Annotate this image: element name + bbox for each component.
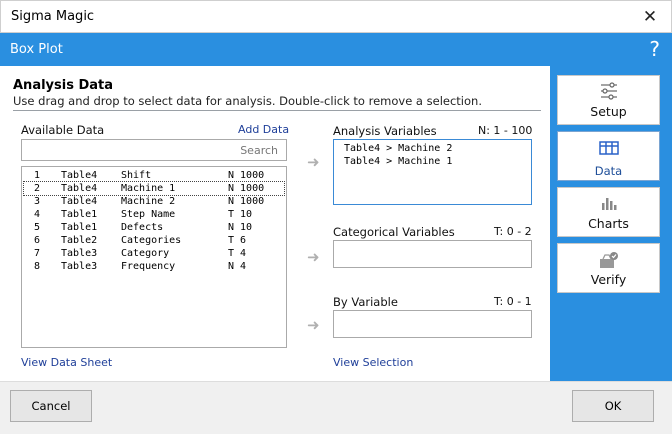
analysis-variables-label: Analysis Variables: [333, 124, 437, 138]
list-item[interactable]: 3 Table4 Machine 2 N 1000: [24, 195, 284, 208]
sidebar-item-label: Data: [594, 164, 623, 178]
arrow-right-icon[interactable]: ➜: [307, 155, 323, 170]
view-data-sheet-link[interactable]: View Data Sheet: [21, 356, 112, 369]
list-item[interactable]: Table4 > Machine 1: [334, 155, 531, 168]
list-item[interactable]: Table4 > Machine 2: [334, 142, 531, 155]
main-panel: Analysis Data Use drag and drop to selec…: [2, 66, 550, 381]
categorical-variables-range: T: 0 - 2: [494, 225, 532, 238]
list-item[interactable]: 2 Table4 Machine 1 N 1000: [23, 181, 285, 196]
sidebar-item-label: Charts: [588, 216, 629, 231]
sidebar-item-data[interactable]: Data: [557, 131, 660, 181]
list-item[interactable]: 1 Table4 Shift N 1000: [24, 169, 284, 182]
ok-button[interactable]: OK: [572, 390, 654, 422]
analysis-variables-list[interactable]: Table4 > Machine 2 Table4 > Machine 1: [333, 139, 532, 205]
sidebar-item-verify[interactable]: Verify: [557, 243, 660, 293]
list-item[interactable]: 4 Table1 Step Name T 10: [24, 208, 284, 221]
help-icon[interactable]: ?: [649, 37, 660, 61]
sidebar-item-label: Setup: [590, 104, 627, 119]
dialog-header: Box Plot ?: [0, 33, 672, 66]
search-input[interactable]: Search: [21, 139, 287, 161]
available-data-label: Available Data: [21, 123, 105, 137]
bar-chart-icon: [558, 194, 659, 214]
close-icon[interactable]: ✕: [637, 5, 663, 29]
table-icon: [558, 138, 659, 158]
analysis-variables-range: N: 1 - 100: [478, 124, 533, 137]
sliders-icon: [558, 82, 659, 102]
search-placeholder: Search: [240, 144, 278, 157]
section-title: Analysis Data: [13, 78, 114, 93]
list-item[interactable]: 6 Table2 Categories T 6: [24, 234, 284, 247]
sidebar-item-setup[interactable]: Setup: [557, 75, 660, 125]
list-item[interactable]: 8 Table3 Frequency N 4: [24, 260, 284, 273]
by-variable-label: By Variable: [333, 295, 398, 309]
verify-icon: [558, 250, 659, 270]
section-description: Use drag and drop to select data for ana…: [13, 94, 482, 108]
categorical-variables-label: Categorical Variables: [333, 225, 455, 239]
section-divider: [13, 110, 541, 111]
sidebar-item-label: Verify: [590, 272, 627, 287]
arrow-right-icon[interactable]: ➜: [307, 318, 323, 333]
window-title: Sigma Magic: [11, 9, 95, 24]
list-item[interactable]: 5 Table1 Defects N 10: [24, 221, 284, 234]
cancel-button[interactable]: Cancel: [10, 390, 92, 422]
sidebar-item-charts[interactable]: Charts: [557, 187, 660, 237]
add-data-link[interactable]: Add Data: [238, 123, 289, 136]
available-data-list[interactable]: 1 Table4 Shift N 1000 2 Table4 Machine 1…: [21, 166, 287, 348]
categorical-variables-list[interactable]: [333, 240, 532, 268]
view-selection-link[interactable]: View Selection: [333, 356, 413, 369]
arrow-right-icon[interactable]: ➜: [307, 250, 323, 265]
window-titlebar: Sigma Magic ✕: [0, 0, 672, 33]
by-variable-list[interactable]: [333, 310, 532, 338]
sidebar: Setup Data Charts Verify: [550, 66, 672, 381]
list-item[interactable]: 7 Table3 Category T 4: [24, 247, 284, 260]
dialog-title: Box Plot: [10, 42, 63, 57]
by-variable-range: T: 0 - 1: [494, 295, 532, 308]
